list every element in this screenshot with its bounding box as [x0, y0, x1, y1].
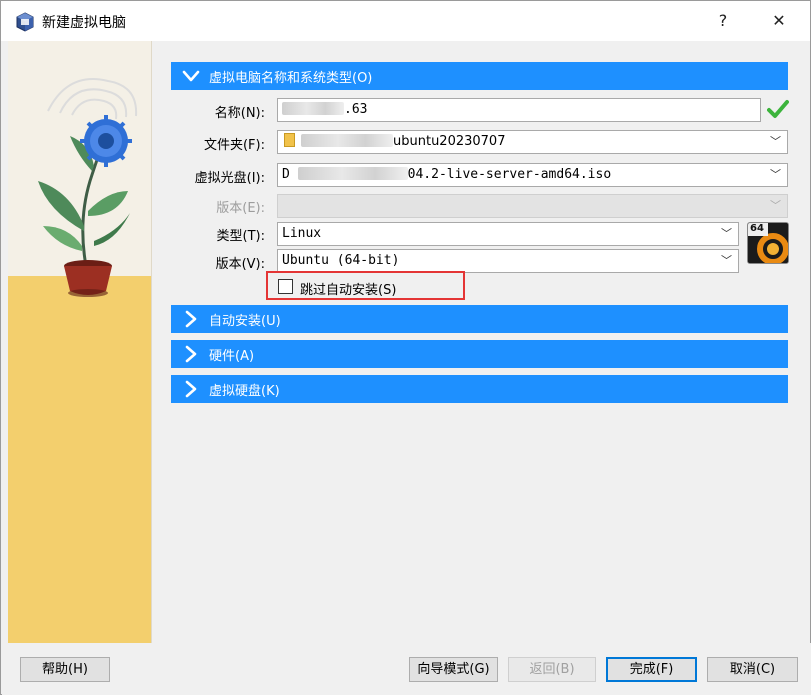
os-badge-label: 64	[750, 223, 764, 234]
edition-combobox: ﹀	[277, 194, 788, 218]
skip-unattended-label[interactable]: 跳过自动安装(S)	[300, 279, 396, 298]
section-unattended[interactable]: 自动安装(U)	[171, 305, 788, 333]
ubuntu-64-os-icon: 64	[747, 222, 789, 264]
section-hardware[interactable]: 硬件(A)	[171, 340, 788, 368]
help-titlebar-button[interactable]: ?	[701, 5, 745, 37]
wizard-content: 虚拟电脑名称和系统类型(O) 名称(N): .63 文件夹(F): ubuntu…	[153, 41, 810, 643]
skip-unattended-checkbox[interactable]	[278, 279, 293, 294]
chevron-down-icon: ﹀	[770, 199, 781, 212]
checkmark-valid-icon	[767, 100, 789, 118]
version-combobox[interactable]: Ubuntu (64-bit) ﹀	[277, 249, 739, 273]
iso-combobox[interactable]: D 04.2-live-server-amd64.iso ﹀	[277, 163, 788, 187]
finish-button[interactable]: 完成(F)	[606, 657, 697, 682]
folder-label: 文件夹(F):	[203, 138, 265, 153]
guided-mode-button[interactable]: 向导模式(G)	[409, 657, 498, 682]
section-label: 虚拟电脑名称和系统类型(O)	[209, 71, 373, 86]
chevron-down-icon: ﹀	[770, 135, 781, 148]
title-bar: 新建虚拟电脑 ? ✕	[1, 1, 810, 41]
section-label: 自动安装(U)	[209, 314, 281, 329]
section-label: 虚拟硬盘(K)	[209, 384, 280, 399]
redacted-text	[301, 134, 393, 147]
chevron-right-icon	[185, 380, 197, 398]
folder-icon	[284, 133, 295, 147]
redacted-text	[282, 102, 344, 115]
new-vm-dialog: 新建虚拟电脑 ? ✕ 虚拟电脑名称和系统类型(O) 名称(N): .63 文件夹…	[0, 0, 811, 695]
redacted-text	[297, 167, 408, 180]
name-label: 名称(N):	[214, 106, 265, 121]
name-field[interactable]: .63	[277, 98, 761, 122]
type-label: 类型(T):	[216, 229, 265, 244]
section-hard-disk[interactable]: 虚拟硬盘(K)	[171, 375, 788, 403]
virtualbox-icon	[16, 12, 34, 32]
version-label: 版本(V):	[215, 257, 265, 272]
chevron-right-icon	[185, 345, 197, 363]
plant-illustration	[38, 78, 138, 297]
chevron-down-icon	[182, 70, 200, 82]
wizard-illustration	[8, 41, 152, 643]
folder-combobox[interactable]: ubuntu20230707 ﹀	[277, 130, 788, 154]
button-bar: 帮助(H) 向导模式(G) 返回(B) 完成(F) 取消(C)	[2, 643, 811, 695]
iso-label: 虚拟光盘(I):	[194, 171, 265, 186]
section-name-os[interactable]: 虚拟电脑名称和系统类型(O)	[171, 62, 788, 90]
chevron-down-icon: ﹀	[721, 227, 732, 240]
chevron-right-icon	[185, 310, 197, 328]
back-button: 返回(B)	[508, 657, 596, 682]
window-title: 新建虚拟电脑	[42, 15, 126, 31]
help-button[interactable]: 帮助(H)	[20, 657, 110, 682]
chevron-down-icon: ﹀	[721, 254, 732, 267]
close-button[interactable]: ✕	[757, 5, 801, 37]
section-label: 硬件(A)	[209, 349, 255, 364]
edition-label: 版本(E):	[216, 201, 265, 216]
cancel-button[interactable]: 取消(C)	[707, 657, 798, 682]
type-combobox[interactable]: Linux ﹀	[277, 222, 739, 246]
chevron-down-icon: ﹀	[770, 168, 781, 181]
